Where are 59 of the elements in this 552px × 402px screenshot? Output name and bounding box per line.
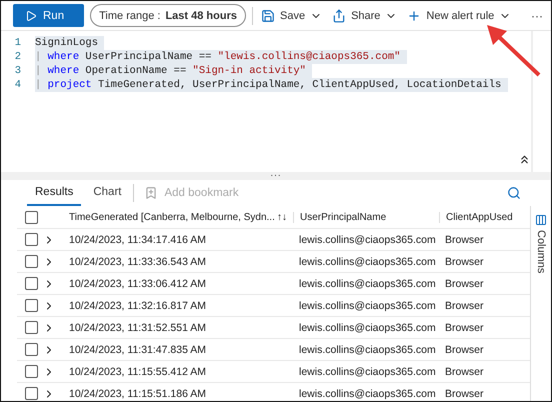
- line-number: 3: [14, 64, 22, 78]
- play-icon: [25, 10, 37, 22]
- table-cell-text: lewis.collins@ciaops365.com: [298, 278, 437, 290]
- table-cell-text: lewis.collins@ciaops365.com: [298, 300, 437, 312]
- table-cell-text: 10/24/2023, 11:15:51.186 AM: [68, 388, 208, 400]
- collapse-icon[interactable]: [518, 153, 531, 166]
- column-header[interactable]: ClientAppUsed: [439, 212, 530, 222]
- table-cell-text: Browser: [444, 322, 485, 334]
- table-cell-text: Browser: [444, 344, 485, 356]
- table-cell-text: lewis.collins@ciaops365.com: [298, 234, 437, 246]
- row-checkbox[interactable]: [25, 233, 38, 246]
- save-button[interactable]: Save: [258, 8, 324, 22]
- run-button[interactable]: Run: [13, 4, 84, 27]
- table-cell-text: lewis.collins@ciaops365.com: [298, 344, 437, 356]
- columns-icon: [535, 214, 547, 226]
- columns-panel-toggle[interactable]: Columns: [530, 206, 551, 401]
- row-checkbox[interactable]: [25, 255, 38, 268]
- row-checkbox[interactable]: [25, 277, 38, 290]
- line-number: 4: [14, 78, 22, 92]
- row-checkbox[interactable]: [25, 387, 38, 400]
- column-header[interactable]: TimeGenerated [Canberra, Melbourne, Sydn... ↑↓: [63, 212, 293, 222]
- table-cell-text: Browser: [444, 256, 485, 268]
- table-cell-text: Browser: [444, 234, 485, 246]
- table-cell-text: 10/24/2023, 11:31:47.835 AM: [68, 344, 208, 356]
- search-button[interactable]: [507, 186, 521, 200]
- tab[interactable]: Results: [27, 180, 82, 206]
- table-cell-text: Browser: [444, 300, 485, 312]
- table-cell-text: Browser: [444, 388, 485, 400]
- line-number: 2: [14, 50, 22, 64]
- sort-icon[interactable]: ↑↓: [277, 212, 287, 222]
- alert-button[interactable]: New alert rule: [405, 8, 514, 22]
- row-checkbox[interactable]: [25, 299, 38, 312]
- table-cell-text: lewis.collins@ciaops365.com: [298, 322, 437, 334]
- table-cell-text: 10/24/2023, 11:34:17.416 AM: [68, 234, 208, 246]
- column-header[interactable]: UserPrincipalName: [293, 212, 439, 222]
- query-editor[interactable]: 1 SigninLogs 2 | where UserPrincipalName == "lewis.collins@ciaops365.com" 3 | where OperationName == "Sign-in activity" 4 | project TimeGenerated, UserPrincipalName, ClientAppUsed, LocationDetails: [1, 31, 533, 172]
- table-cell-text: 10/24/2023, 11:32:16.817 AM: [68, 300, 208, 312]
- row-checkbox[interactable]: [25, 321, 38, 334]
- table-cell-text: lewis.collins@ciaops365.com: [298, 256, 437, 268]
- splitter-handle[interactable]: ...: [1, 172, 551, 180]
- share-icon: [332, 8, 346, 22]
- row-checkbox[interactable]: [25, 343, 38, 356]
- line-number: 1: [14, 36, 22, 50]
- share-button[interactable]: Share: [330, 8, 400, 22]
- table-cell-text: 10/24/2023, 11:33:36.543 AM: [68, 256, 208, 268]
- tab[interactable]: Chart: [85, 180, 130, 206]
- bookmark-icon: [144, 186, 158, 200]
- table-cell-text: 10/24/2023, 11:33:06.412 AM: [68, 278, 208, 290]
- table-cell-text: lewis.collins@ciaops365.com: [298, 388, 437, 400]
- more-button[interactable]: ···: [527, 8, 547, 22]
- table-cell-text: Browser: [444, 366, 485, 378]
- plus-icon: [407, 8, 422, 22]
- select-all-checkbox[interactable]: [25, 210, 38, 224]
- table-cell-text: lewis.collins@ciaops365.com: [298, 366, 437, 378]
- time-range-button[interactable]: Time range : Last 48 hours: [90, 4, 246, 27]
- table-cell-text: Browser: [444, 278, 485, 290]
- table-cell-text: 10/24/2023, 11:15:55.412 AM: [68, 366, 208, 378]
- table-cell-text: 10/24/2023, 11:31:52.551 AM: [68, 322, 208, 334]
- row-checkbox[interactable]: [25, 365, 38, 378]
